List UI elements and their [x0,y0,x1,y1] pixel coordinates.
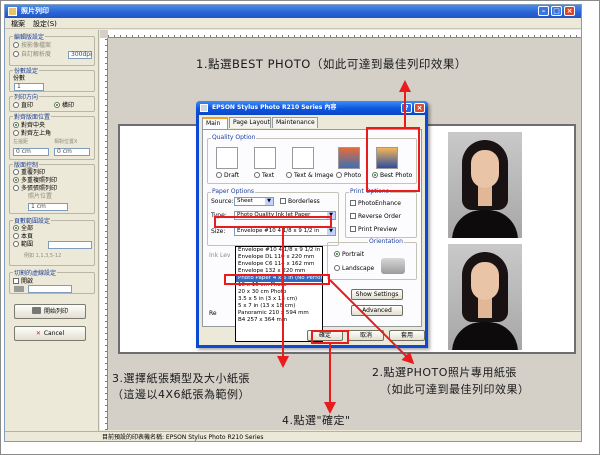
annotation-step2-line2: （如此可達到最佳列印效果） [380,383,530,396]
annotation-step1: 1.點選BEST PHOTO（如此可達到最佳列印效果） [196,57,467,71]
annotation-step3-line1: 3.選擇紙張類型及大小紙張 [112,372,250,385]
arrow-step2 [329,279,415,365]
annotation-step4: 4.點選"確定" [282,414,351,427]
annotation-step3-line2: （這邊以4X6紙張為範例） [112,388,251,401]
annotation-step2-line1: 2.點選PHOTO照片專用紙張 [372,366,517,379]
